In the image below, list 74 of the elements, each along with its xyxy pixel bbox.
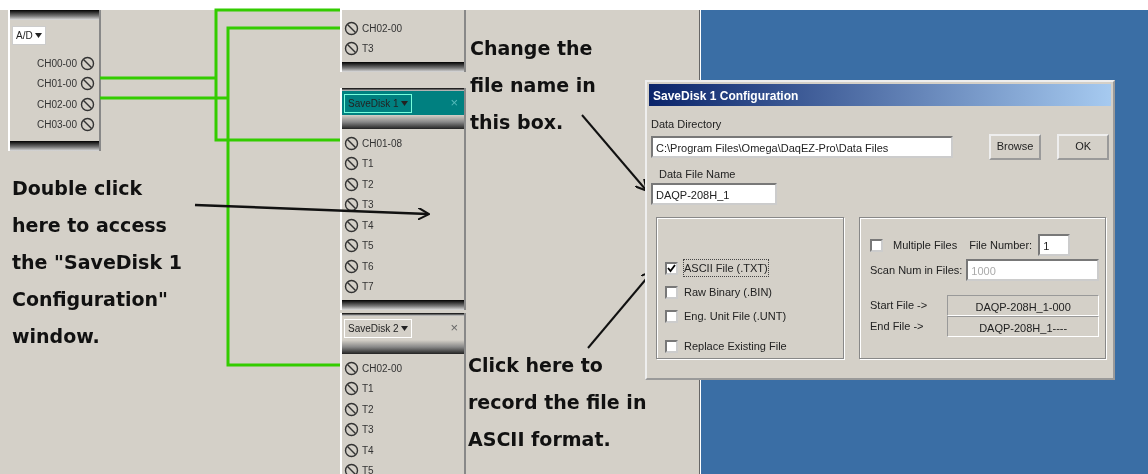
annotation-text: Double click here to access the "SaveDisk 1 Configuration" window. bbox=[12, 176, 182, 349]
browse-button[interactable]: Browse bbox=[988, 133, 1042, 160]
port-icon[interactable] bbox=[344, 401, 359, 417]
port-icon[interactable] bbox=[80, 117, 95, 133]
dropdown[interactable]: A/D bbox=[12, 26, 46, 45]
directory-field[interactable]: C:\Program Files\Omega\DaqEZ-Pro\Data Files bbox=[651, 135, 953, 158]
port-icon[interactable] bbox=[344, 197, 359, 213]
channel-label: T2 bbox=[362, 402, 374, 417]
channel-label: T1 bbox=[362, 157, 374, 172]
port-icon[interactable] bbox=[344, 41, 359, 57]
channel-label: T5 bbox=[362, 239, 374, 254]
annotation-text: Click here to record the file in ASCII format. bbox=[468, 353, 647, 452]
channel-label: CH01-08 bbox=[362, 136, 403, 151]
channel-label: CH01-00 bbox=[36, 77, 77, 92]
port-icon[interactable] bbox=[344, 238, 359, 254]
caret-icon bbox=[400, 100, 408, 106]
port-icon[interactable] bbox=[344, 135, 359, 151]
checkbox[interactable] bbox=[665, 261, 678, 275]
channel-label: T3 bbox=[362, 423, 374, 438]
channel-label: CH02-00 bbox=[36, 97, 77, 112]
channel-label: T1 bbox=[362, 382, 374, 397]
field-label: Data Directory bbox=[651, 117, 723, 132]
port-icon[interactable] bbox=[344, 360, 359, 376]
checkbox-label[interactable]: Replace Existing File bbox=[684, 337, 787, 355]
port-icon[interactable] bbox=[344, 279, 359, 295]
port-icon[interactable] bbox=[344, 176, 359, 192]
file-number-field[interactable]: 1 bbox=[1038, 234, 1071, 256]
file-name-field[interactable]: DAQP-208H_1 bbox=[651, 183, 777, 205]
end-file-value: DAQP-208H_1---- bbox=[947, 316, 1099, 337]
channel-label: CH02-00 bbox=[362, 361, 403, 376]
port-icon[interactable] bbox=[344, 422, 359, 438]
checkbox-label[interactable]: ASCII File (.TXT) bbox=[684, 259, 768, 277]
checkbox-label[interactable]: Eng. Unit File (.UNT) bbox=[684, 307, 787, 325]
check-icon bbox=[667, 263, 676, 273]
channel-label: CH03-00 bbox=[36, 118, 77, 133]
field-label: Data File Name bbox=[659, 166, 737, 182]
checkbox[interactable] bbox=[665, 309, 678, 323]
start-file-value: DAQP-208H_1-000 bbox=[947, 295, 1099, 316]
channel-label: T5 bbox=[362, 464, 374, 474]
checkbox-label[interactable]: Raw Binary (.BIN) bbox=[684, 283, 773, 301]
close-button[interactable]: × bbox=[450, 318, 458, 338]
port-icon[interactable] bbox=[80, 96, 95, 112]
channel-label: CH00-00 bbox=[36, 56, 77, 71]
channel-label: T4 bbox=[362, 443, 374, 458]
channel-label: CH02-00 bbox=[362, 21, 403, 36]
port-icon[interactable] bbox=[344, 156, 359, 172]
checkbox[interactable] bbox=[870, 238, 883, 252]
caret-icon bbox=[400, 325, 408, 331]
field-label: File Number: bbox=[969, 237, 1033, 253]
dropdown[interactable]: SaveDisk 2 bbox=[344, 318, 412, 338]
port-icon[interactable] bbox=[344, 442, 359, 458]
port-icon[interactable] bbox=[344, 217, 359, 233]
field-label: Scan Num in Files: bbox=[870, 262, 963, 278]
window-title: SaveDisk 1 Configuration bbox=[649, 84, 1111, 106]
ok-button[interactable]: OK bbox=[1057, 133, 1109, 160]
channel-label: T6 bbox=[362, 259, 374, 274]
channel-label: T3 bbox=[362, 198, 374, 213]
port-icon[interactable] bbox=[80, 55, 95, 71]
checkbox[interactable] bbox=[665, 339, 678, 353]
port-icon[interactable] bbox=[344, 463, 359, 474]
port-icon[interactable] bbox=[80, 76, 95, 92]
caret-icon bbox=[34, 33, 42, 38]
field-label: End File -> bbox=[870, 319, 925, 335]
port-icon[interactable] bbox=[344, 381, 359, 397]
annotation-text: Change the file name in this box. bbox=[470, 36, 596, 135]
checkbox-label[interactable]: Multiple Files bbox=[893, 236, 958, 254]
channel-label: T3 bbox=[362, 42, 374, 57]
channel-label: T7 bbox=[362, 280, 374, 295]
port-icon[interactable] bbox=[344, 258, 359, 274]
field-label: Start File -> bbox=[870, 298, 929, 314]
port-icon[interactable] bbox=[344, 20, 359, 36]
channel-label: T4 bbox=[362, 218, 374, 233]
channel-label: T2 bbox=[362, 177, 374, 192]
checkbox[interactable] bbox=[665, 285, 678, 299]
